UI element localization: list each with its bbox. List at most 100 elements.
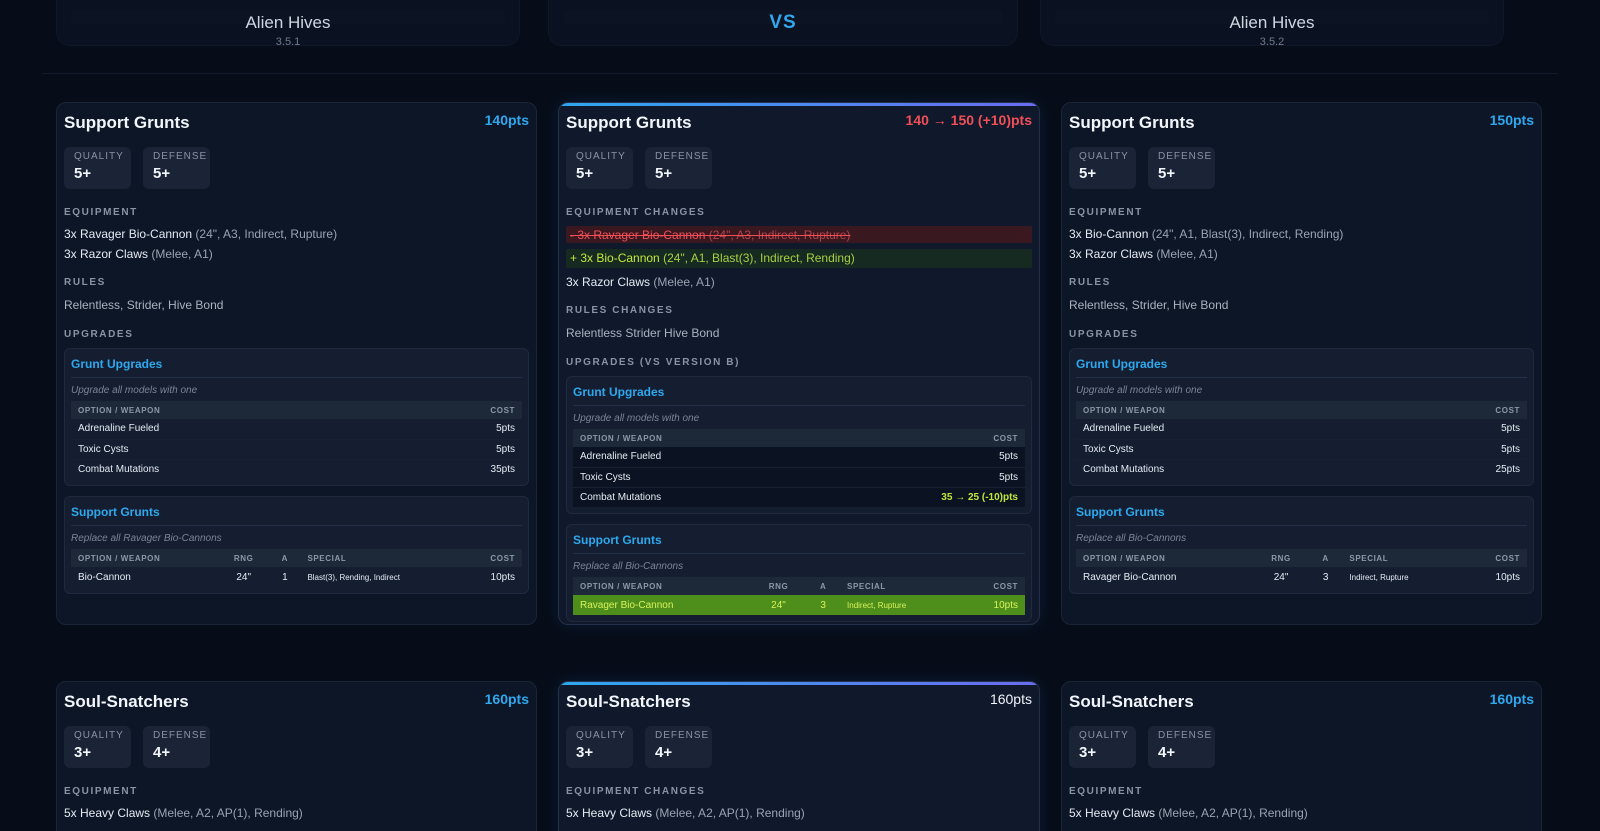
upgrade-option-row[interactable]: Combat Mutations 35 → 25 (-10)pts [573,487,1025,507]
equipment-detail: (Melee, A1) [653,275,715,289]
upgrade-group-title: Support Grunts [1076,505,1165,519]
unit-card-version-b: Soul-Snatchers 160pts QUALITY 3+ DEFENSE 4… [1061,681,1542,831]
quality-value: 5+ [74,165,92,182]
equipment-name: 3x Ravager Bio-Cannon [64,227,193,241]
option-cost: 5pts [392,419,522,440]
option-cost: 35pts [490,463,515,475]
quality-label: QUALITY [576,730,626,741]
defense-value: 5+ [1158,165,1176,182]
option-name: Adrenaline Fueled [573,447,806,468]
unit-title: Support Grunts [566,113,692,132]
weapon-option-row-added[interactable]: Ravager Bio-Cannon 24" 3 Indirect, Rupture 1… [573,595,1025,615]
rules-text: Relentless Strider Hive Bond [566,326,720,340]
defense-value: 4+ [655,744,673,761]
equipment-detail: (Melee, A2, AP(1), Rending) [1158,806,1308,820]
rules-text: Relentless, Strider, Hive Bond [64,298,224,312]
defense-label: DEFENSE [1158,151,1213,162]
rules-heading: RULES [1069,277,1111,288]
quality-label: QUALITY [74,730,124,741]
quality-value: 3+ [1079,744,1097,761]
upgrade-option-row[interactable]: Adrenaline Fueled 5pts [71,419,522,440]
left-faction-header: Alien Hives 3.5.1 [56,0,520,48]
upgrade-option-row[interactable]: Toxic Cysts 5pts [573,467,1025,488]
quality-value: 3+ [74,744,92,761]
divider [71,377,522,378]
upgrade-group-description: Upgrade all models with one [71,385,198,396]
rules-heading: RULES [64,277,106,288]
col-cost-header: COST [1397,401,1527,419]
unit-points: 160pts [1489,691,1534,707]
upgrade-option-row[interactable]: Combat Mutations 25pts [1076,459,1527,479]
vs-header: VS [548,0,1018,46]
upgrade-option-row[interactable]: Toxic Cysts 5pts [71,439,522,460]
upgrade-option-row[interactable]: Adrenaline Fueled 5pts [1076,419,1527,440]
weapon-name: Bio-Cannon [78,571,131,583]
weapon-name: Ravager Bio-Cannon [1083,571,1177,583]
col-rng-header: RNG [218,549,270,567]
upgrade-group-description: Replace all Bio-Cannons [1076,533,1187,544]
upgrade-table: OPTION / WEAPON COST Adrenaline Fueled 5pt… [1076,401,1527,479]
upgrade-group: Grunt Upgrades Upgrade all models with o… [566,376,1032,514]
right-faction-version: 3.5.2 [1259,36,1285,48]
defense-stat: DEFENSE 5+ [645,147,712,189]
defense-label: DEFENSE [1158,730,1213,741]
option-cost: 5pts [805,447,1025,468]
option-cost-diff: 35 → 25 (-10)pts [941,491,1018,503]
quality-label: QUALITY [1079,151,1129,162]
equipment-detail: (24", A1, Blast(3), Indirect, Rending) [1151,227,1344,241]
right-faction-header: Alien Hives 3.5.2 [1040,0,1504,48]
col-a-header: A [269,549,301,567]
weapon-special: Indirect, Rupture [1349,572,1409,582]
unit-title: Support Grunts [64,113,190,132]
option-cost: 5pts [1397,419,1527,440]
col-a-header: A [1308,549,1343,567]
equipment-name: 5x Heavy Claws [1069,806,1156,820]
upgrade-group-description: Upgrade all models with one [573,413,700,424]
unit-card-version-a: Support Grunts 140pts QUALITY 5+ DEFENSE 5… [56,102,537,625]
weapon-special: Indirect, Rupture [840,595,962,615]
equipment-item: 5x Heavy Claws (Melee, A2, AP(1), Rendin… [1069,806,1308,820]
upgrade-option-row[interactable]: Toxic Cysts 5pts [1076,439,1527,460]
rules-changes-heading: RULES CHANGES [566,305,674,316]
quality-label: QUALITY [576,151,626,162]
equipment-item: 5x Heavy Claws (Melee, A2, AP(1), Rendin… [566,806,805,820]
unit-title: Support Grunts [1069,113,1195,132]
weapon-attacks: 3 [1322,571,1329,583]
unit-title: Soul-Snatchers [1069,692,1194,711]
upgrade-option-row[interactable]: Combat Mutations 35pts [71,459,522,479]
defense-label: DEFENSE [153,730,208,741]
equipment-heading: EQUIPMENT [64,786,138,797]
weapon-option-row[interactable]: Bio-Cannon 24" 1 Blast(3), Rending, Indirec… [71,567,522,587]
option-name: Adrenaline Fueled [71,419,393,440]
col-option-header: OPTION / WEAPON [71,549,219,567]
upgrade-group-description: Upgrade all models with one [1076,385,1203,396]
upgrades-heading: UPGRADES [1069,329,1139,340]
divider [1076,525,1527,526]
equipment-name: 3x Razor Claws [64,247,149,261]
equipment-item: 3x Ravager Bio-Cannon (24", A3, Indirect… [64,227,337,241]
weapon-range: 24" [1273,571,1289,583]
unit-title: Soul-Snatchers [64,692,189,711]
equipment-detail: (24", A3, Indirect, Rupture) [195,227,338,241]
upgrade-option-row[interactable]: Adrenaline Fueled 5pts [573,447,1025,468]
equipment-detail: (24", A3, Indirect, Rupture) [708,228,851,242]
option-cost: 25pts [1495,463,1520,475]
weapon-option-row[interactable]: Ravager Bio-Cannon 24" 3 Indirect, Rupture 1… [1076,567,1527,587]
upgrade-group: Support Grunts Replace all Bio-Cannons O… [1069,496,1534,594]
equipment-heading: EQUIPMENT [1069,786,1143,797]
defense-value: 5+ [153,165,171,182]
upgrade-table: OPTION / WEAPON COST Adrenaline Fueled 5pt… [71,401,522,479]
option-name: Combat Mutations [1083,463,1165,475]
upgrade-group: Support Grunts Replace all Ravager Bio-C… [64,496,529,594]
equipment-name: 3x Razor Claws [1069,247,1154,261]
option-name: Adrenaline Fueled [1076,419,1398,440]
col-option-header: OPTION / WEAPON [1076,549,1254,567]
equipment-item: 3x Bio-Cannon (24", A1, Blast(3), Indire… [1069,227,1343,241]
defense-stat: DEFENSE 4+ [143,726,210,768]
equipment-detail: (Melee, A2, AP(1), Rending) [153,806,303,820]
quality-stat: QUALITY 3+ [566,726,633,768]
equipment-item: 3x Razor Claws (Melee, A1) [566,275,715,289]
defense-stat: DEFENSE 5+ [143,147,210,189]
option-cost: 5pts [805,467,1025,488]
weapon-table: OPTION / WEAPON RNG A SPECIAL COST Bio-Canno… [71,549,522,587]
